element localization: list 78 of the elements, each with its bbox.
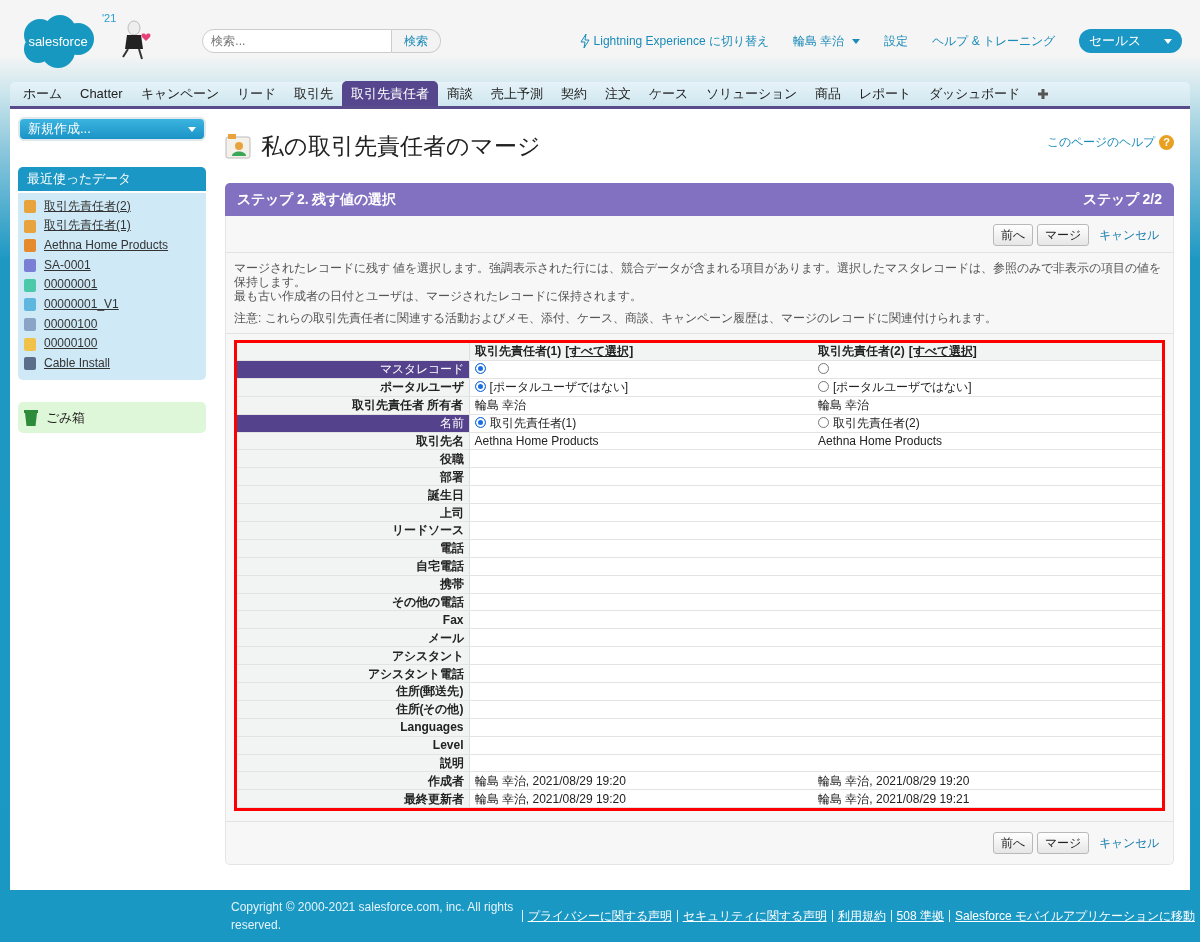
page-help-link[interactable]: このページのヘルプ (1047, 133, 1155, 151)
cancel-link[interactable]: キャンセル (1099, 225, 1159, 244)
field-value: 輪島 幸治, 2021/08/29 19:20 (474, 791, 626, 806)
recent-item-link[interactable]: 00000001 (44, 275, 98, 295)
field-value: 輪島 幸治, 2021/08/29 19:20 (474, 773, 626, 788)
nav-tab[interactable]: 商品 (805, 80, 850, 106)
field-value: 輪島 幸治 (818, 398, 870, 413)
option-label: [ポータルユーザではない] (489, 380, 629, 395)
recycle-bin-link[interactable]: ごみ箱 (46, 407, 85, 428)
step-count: ステップ 2/2 (1082, 189, 1162, 209)
description-text: 最も古い作成者の日付とユーザは、マージされたレコードに保持されます。 (234, 288, 643, 303)
caret-icon (1164, 38, 1172, 44)
nav-tab[interactable]: キャンペーン (131, 80, 228, 106)
description-text: マージされたレコードに残す 値を選択します。強調表示された行には、競合データが含まれる項目があります。選択したマスタレコードは、参照のみで非表示の項目の値を保持します。 (234, 260, 1163, 289)
nav-tab[interactable]: Chatter (71, 80, 132, 106)
field-value: 輪島 幸治, 2021/08/29 19:20 (818, 773, 970, 788)
lightning-link[interactable]: Lightning Experience に切り替え (579, 32, 769, 50)
nav-tab[interactable]: 取引先 (284, 80, 342, 106)
nav-tab[interactable]: レポート (849, 80, 920, 106)
nav-tab[interactable]: 注文 (595, 80, 640, 106)
select-all-link[interactable]: [すべて選択] (908, 344, 977, 359)
recent-item-link[interactable]: 00000001_V1 (44, 295, 119, 315)
recent-item-link[interactable]: 00000100 (44, 314, 98, 335)
nav-tab[interactable]: ダッシュボード (919, 80, 1029, 106)
radio-button[interactable] (818, 381, 829, 393)
logo-text: salesforce (27, 33, 89, 51)
radio-button[interactable] (474, 363, 486, 375)
nav-tab[interactable]: リード (227, 80, 285, 106)
contact-card-icon (225, 133, 253, 160)
step-title: ステップ 2. 残す値の選択 (237, 189, 397, 209)
nav-tab[interactable]: ホーム (14, 80, 71, 106)
recent-item-link[interactable]: 取引先責任者(1) (44, 216, 131, 236)
nav-tab[interactable]: 売上予測 (481, 80, 552, 106)
radio-button[interactable] (818, 363, 829, 375)
radio-button[interactable] (818, 417, 829, 429)
search-field[interactable]: 検索... (202, 29, 393, 53)
page-title: 私の取引先責任者のマージ (261, 133, 541, 161)
radio-button[interactable] (474, 417, 486, 429)
caret-icon (188, 126, 196, 132)
nav-tab[interactable]: ケース (639, 80, 697, 106)
recent-item-link[interactable]: 00000100 (44, 334, 98, 355)
setup-link[interactable]: 設定 (884, 32, 909, 50)
caret-icon (852, 38, 861, 44)
recent-item-link[interactable]: Aethna Home Products (44, 235, 169, 256)
copyright-text: Copyright © 2000-2021 salesforce.com, inc. All rights reserved. (231, 899, 515, 934)
lightning-icon (579, 34, 590, 48)
select-all-link[interactable]: [すべて選択] (565, 344, 634, 359)
field-value: 輪島 幸治, 2021/08/29 19:21 (818, 791, 970, 806)
recent-item-link[interactable]: 取引先責任者(2) (44, 196, 131, 217)
previous-button[interactable]: 前へ (993, 223, 1033, 246)
trash-icon (24, 409, 38, 426)
section-header: 最近使ったデータ (18, 167, 206, 191)
column-header: 取引先責任者(1) (474, 344, 562, 359)
merge-button[interactable]: マージ (1037, 832, 1089, 855)
recent-item-link[interactable]: SA-0001 (44, 255, 91, 276)
plus-icon (1037, 89, 1048, 99)
field-value: Aethna Home Products (474, 434, 599, 448)
nav-tab[interactable]: 契約 (551, 80, 596, 106)
previous-button[interactable]: 前へ (993, 832, 1033, 855)
nav-tab[interactable]: 取引先責任者 (341, 80, 438, 106)
help-icon: ? (1159, 134, 1174, 150)
field-value: 輪島 幸治 (474, 398, 526, 413)
option-label: [ポータルユーザではない] (833, 380, 972, 395)
search-button[interactable]: 検索 (392, 29, 442, 53)
help-link[interactable]: ヘルプ & トレーニング (932, 32, 1055, 50)
column-header: 取引先責任者(2) (818, 344, 905, 359)
option-label: 取引先責任者(1) (489, 416, 577, 431)
nav-tab[interactable]: ソリューション (696, 80, 806, 106)
option-label: 取引先責任者(2) (833, 416, 920, 431)
year-label: '21 (102, 11, 117, 26)
user-menu[interactable]: 輪島 幸治 (793, 32, 861, 50)
note-text: 注意: これらの取引先責任者に関連する活動およびメモ、添付、ケース、商談、キャンペーン履歴は、マージのレコードに関連付けられます。 (234, 310, 998, 325)
radio-button[interactable] (474, 381, 486, 393)
cancel-link[interactable]: キャンセル (1099, 834, 1159, 853)
recent-item-link[interactable]: Cable Install (44, 354, 111, 374)
merge-button[interactable]: マージ (1037, 223, 1089, 246)
field-value: Aethna Home Products (818, 434, 943, 448)
nav-tab[interactable]: 商談 (437, 80, 482, 106)
